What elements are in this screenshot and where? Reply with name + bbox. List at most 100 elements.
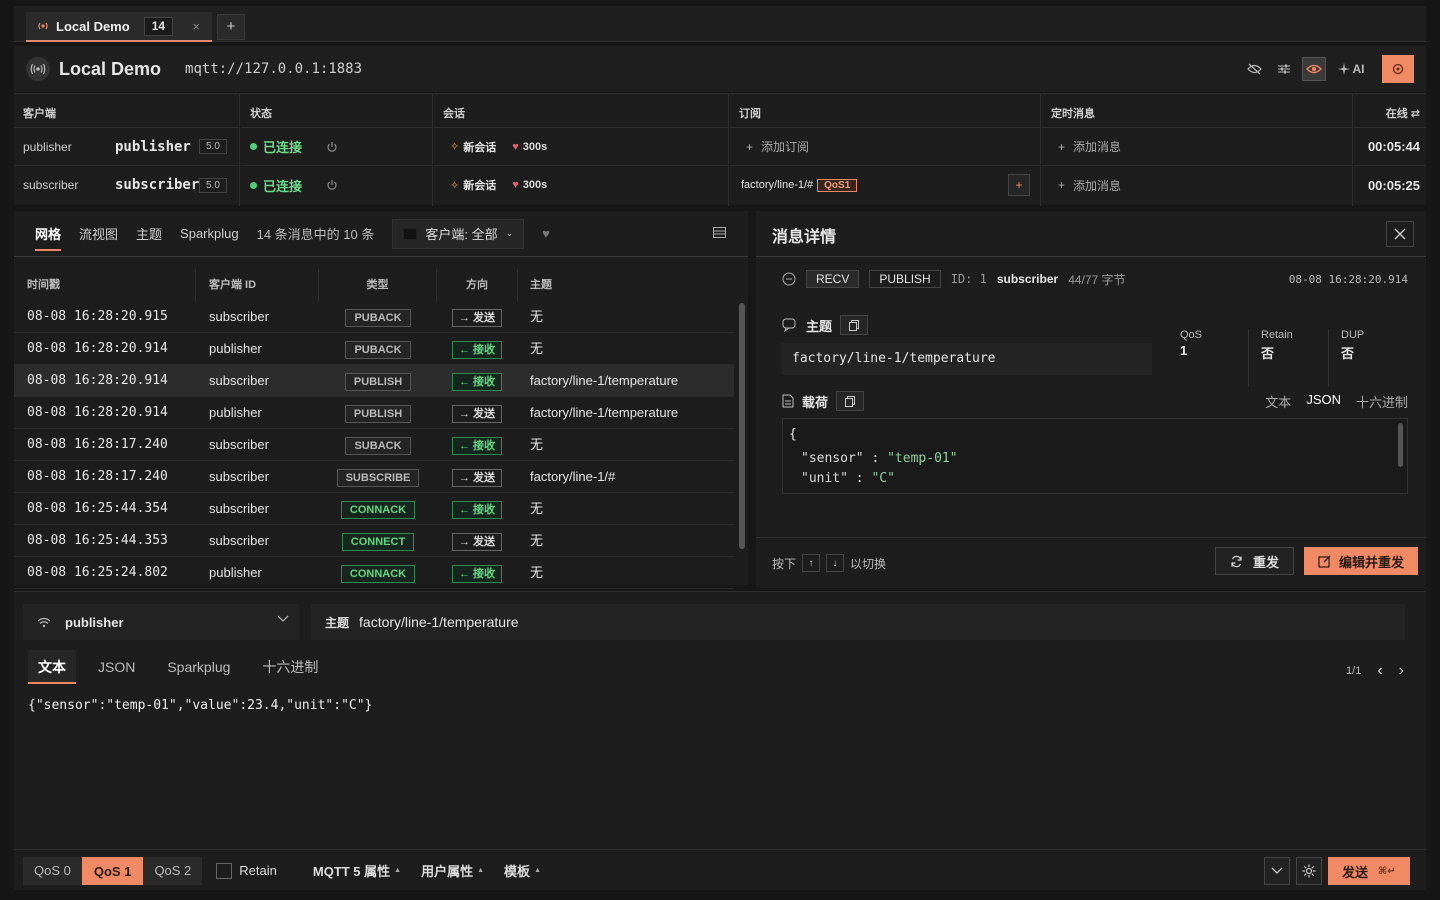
add-message-button[interactable]: + 添加消息 bbox=[1042, 128, 1352, 166]
online-time: 00:05:25 bbox=[1367, 177, 1420, 193]
add-subscription-button[interactable]: + 添加订阅 bbox=[730, 128, 1040, 166]
message-editor[interactable]: {"sensor":"temp-01","value":23.4,"unit":… bbox=[28, 698, 372, 713]
resend-button[interactable]: 重发 bbox=[1214, 547, 1294, 575]
cell-client: publisher bbox=[209, 341, 262, 356]
tab-sparkplug[interactable]: Sparkplug bbox=[180, 226, 239, 241]
mqtt5-properties-toggle[interactable]: MQTT 5 属性 ▲ bbox=[313, 861, 401, 880]
qos1-button[interactable]: QoS 1 bbox=[81, 856, 144, 885]
heart-icon[interactable]: ♥ bbox=[542, 226, 550, 241]
sliders-icon[interactable] bbox=[1272, 57, 1296, 81]
cell-type: CONNECT bbox=[319, 525, 437, 557]
new-tab-button[interactable]: + bbox=[217, 14, 245, 40]
col-topic[interactable]: 主题 bbox=[518, 269, 734, 301]
detail-client: subscriber bbox=[996, 272, 1059, 286]
refresh-icon bbox=[1230, 555, 1243, 568]
user-properties-toggle[interactable]: 用户属性 ▲ bbox=[421, 861, 484, 880]
topic-input-label: 主题 bbox=[325, 615, 350, 630]
power-icon[interactable] bbox=[326, 141, 338, 153]
connected-label: 已连接 bbox=[263, 178, 303, 194]
send-button[interactable]: 发送 ⌘↵ bbox=[1328, 857, 1410, 885]
tab-local-demo[interactable]: Local Demo 14 × bbox=[26, 12, 212, 42]
table-row[interactable]: 08-08 16:28:20.914 publisher PUBACK ← 接收 无 bbox=[14, 333, 734, 365]
tab-text[interactable]: 文本 bbox=[28, 650, 76, 684]
power-icon[interactable] bbox=[326, 179, 338, 191]
tab-grid[interactable]: 网格 bbox=[35, 224, 62, 251]
table-icon[interactable] bbox=[713, 227, 726, 238]
topic-input[interactable]: 主题 factory/line-1/temperature bbox=[311, 604, 1405, 640]
col-direction[interactable]: 方向 bbox=[437, 269, 518, 301]
settings-icon[interactable] bbox=[1296, 857, 1322, 885]
table-row[interactable]: 08-08 16:25:24.802 publisher CONNACK ← 接收 无 bbox=[14, 557, 734, 589]
template-toggle[interactable]: 模板 ▲ bbox=[504, 861, 541, 880]
connected-label: 已连接 bbox=[263, 140, 303, 155]
add-message-button[interactable]: + 添加消息 bbox=[1042, 166, 1352, 204]
format-hex[interactable]: 十六进制 bbox=[1356, 392, 1408, 411]
cell-type: SUBSCRIBE bbox=[319, 461, 437, 493]
add-subscription-button[interactable]: + bbox=[1008, 174, 1030, 196]
direction-badge: ← 接收 bbox=[451, 501, 503, 519]
cell-time: 08-08 16:28:20.914 bbox=[27, 405, 168, 420]
online-column: 在线 ⇄ 00:05:44 00:05:25 bbox=[1354, 94, 1426, 206]
retain-label: Retain bbox=[239, 863, 277, 878]
format-text[interactable]: 文本 bbox=[1265, 392, 1291, 411]
edit-resend-button[interactable]: 编辑并重发 bbox=[1303, 547, 1418, 575]
tab-json[interactable]: JSON bbox=[88, 650, 145, 684]
tab-stream[interactable]: 流视图 bbox=[79, 224, 118, 243]
col-time[interactable]: 时间戳 bbox=[14, 269, 196, 301]
payload-label: 载荷 bbox=[802, 394, 829, 410]
chevron-right-icon[interactable]: › bbox=[1399, 662, 1404, 680]
tab-sparkplug[interactable]: Sparkplug bbox=[157, 650, 240, 684]
chat-icon bbox=[782, 318, 798, 332]
disconnect-button[interactable] bbox=[1382, 55, 1414, 83]
format-json[interactable]: JSON bbox=[1306, 392, 1341, 411]
qos2-button[interactable]: QoS 2 bbox=[143, 856, 203, 885]
table-row[interactable]: 08-08 16:28:17.240 subscriber SUBACK ← 接收 无 bbox=[14, 429, 734, 461]
online-header[interactable]: 在线 ⇄ bbox=[1354, 94, 1426, 128]
table-row[interactable]: 08-08 16:28:20.915 subscriber PUBACK → 发送 无 bbox=[14, 301, 734, 333]
eye-off-icon[interactable] bbox=[1242, 57, 1266, 81]
eye-icon[interactable] bbox=[1302, 57, 1326, 81]
hint-press: 按下 bbox=[772, 556, 797, 571]
cell-client: subscriber bbox=[209, 501, 269, 516]
ai-button[interactable]: AI bbox=[1332, 57, 1370, 81]
chevron-down-icon[interactable] bbox=[1264, 857, 1290, 885]
type-badge: CONNACK bbox=[340, 565, 416, 583]
table-row[interactable]: 08-08 16:28:20.914 subscriber PUBLISH ← 接收 f… bbox=[14, 365, 734, 397]
tab-close-icon[interactable]: × bbox=[192, 19, 200, 34]
client-row-publisher[interactable]: publisher publisher 5.0 bbox=[14, 128, 239, 166]
arrow-up-key: ↑ bbox=[802, 554, 821, 572]
table-row[interactable]: 08-08 16:25:44.354 subscriber CONNACK ← 接收 无 bbox=[14, 493, 734, 525]
connected-dot bbox=[250, 181, 257, 189]
payload-viewer[interactable]: { "sensor" : "temp-01" "unit" : "C" bbox=[782, 418, 1408, 494]
cell-time: 08-08 16:28:20.914 bbox=[27, 341, 168, 356]
col-type[interactable]: 类型 bbox=[319, 269, 437, 301]
qos0-button[interactable]: QoS 0 bbox=[23, 856, 82, 885]
subscription-column: 订阅 + 添加订阅 factory/line-1/# QoS1 + bbox=[730, 94, 1041, 206]
client-filter-dropdown[interactable]: 客户端: 全部 ⌄ bbox=[392, 218, 525, 249]
table-row[interactable]: 08-08 16:28:20.914 publisher PUBLISH → 发送 fa… bbox=[14, 397, 734, 429]
cell-time: 08-08 16:28:17.240 bbox=[27, 469, 168, 484]
composer-toolbar: QoS 0 QoS 1 QoS 2 Retain MQTT 5 属性 ▲ 用户属性… bbox=[14, 849, 1426, 891]
cell-direction: → 发送 bbox=[436, 461, 518, 493]
cell-topic: 无 bbox=[530, 437, 544, 452]
publisher-select[interactable]: publisher bbox=[23, 604, 299, 640]
heart-icon: ♥ bbox=[512, 140, 519, 153]
col-client[interactable]: 客户端 ID bbox=[197, 269, 319, 301]
sparkle-icon: ✧ bbox=[450, 179, 460, 192]
copy-icon[interactable] bbox=[836, 391, 865, 411]
table-row[interactable]: 08-08 16:25:44.353 subscriber CONNECT → 发送 无 bbox=[14, 525, 734, 557]
retain-checkbox[interactable] bbox=[216, 862, 233, 879]
detail-title: 消息详情 bbox=[772, 229, 837, 246]
client-name: publisher bbox=[23, 139, 72, 154]
tab-topic[interactable]: 主题 bbox=[136, 224, 162, 243]
subscription-topic[interactable]: factory/line-1/# bbox=[741, 179, 813, 191]
status-cell: 已连接 bbox=[241, 166, 432, 204]
chevron-left-icon[interactable]: ‹ bbox=[1377, 662, 1382, 680]
scrollbar[interactable] bbox=[1398, 423, 1403, 467]
client-row-subscriber[interactable]: subscriber subscriber 5.0 bbox=[14, 166, 239, 204]
close-icon[interactable] bbox=[1386, 221, 1414, 247]
scrollbar[interactable] bbox=[736, 301, 748, 583]
table-row[interactable]: 08-08 16:28:17.240 subscriber SUBSCRIBE → 发… bbox=[14, 461, 734, 493]
copy-icon[interactable] bbox=[840, 315, 869, 335]
tab-hex[interactable]: 十六进制 bbox=[252, 650, 328, 684]
